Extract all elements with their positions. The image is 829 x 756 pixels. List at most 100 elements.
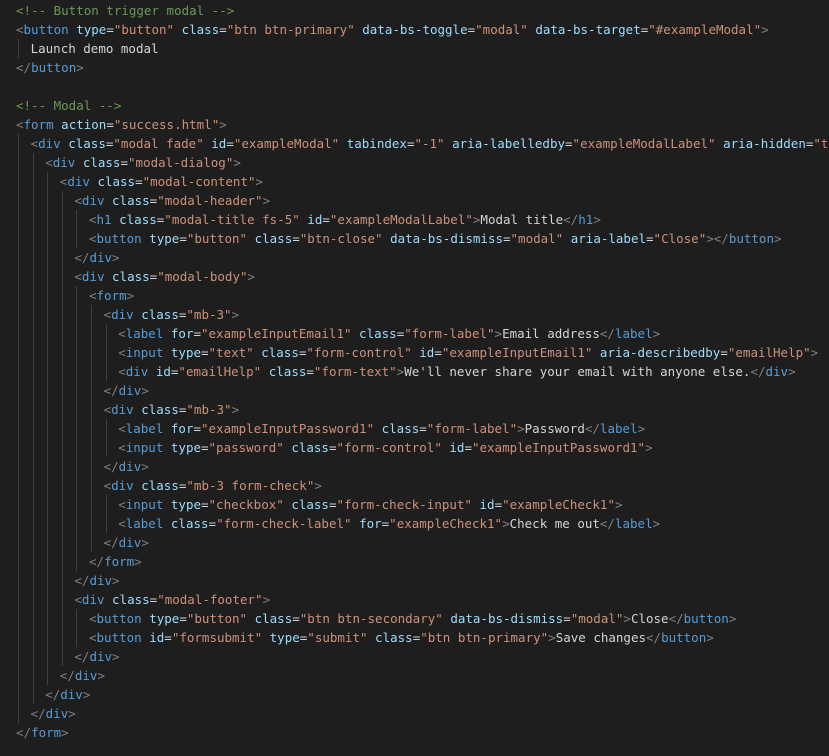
code-token: label: [614, 326, 653, 341]
code-line[interactable]: <button type="button" class="btn btn-sec…: [89, 609, 736, 628]
code-token: "form-check-label": [216, 516, 352, 531]
code-line[interactable]: </form>: [89, 552, 142, 571]
code-token: <: [89, 212, 97, 227]
code-token: </: [74, 573, 90, 588]
code-token: >: [494, 326, 503, 341]
code-token: </: [45, 687, 61, 702]
code-token: div: [111, 402, 134, 417]
code-token: >: [76, 60, 84, 75]
code-token: "modal-content": [142, 174, 256, 189]
code-line[interactable]: <form>: [89, 286, 134, 305]
code-token: =: [720, 345, 728, 360]
code-token: div: [81, 269, 105, 284]
code-token: div: [74, 668, 98, 683]
code-line[interactable]: <button type="button" class="btn btn-pri…: [16, 20, 769, 39]
code-line[interactable]: </div>: [104, 533, 149, 552]
code-token: type: [149, 611, 180, 626]
code-token: >: [652, 326, 661, 341]
code-line[interactable]: <input type="password" class="form-contr…: [118, 438, 652, 457]
code-line[interactable]: <div class="mb-3 form-check">: [104, 476, 322, 495]
code-line[interactable]: <input type="text" class="form-control" …: [118, 343, 818, 362]
code-token: button: [96, 630, 142, 645]
code-token: for: [170, 326, 194, 341]
code-token: >: [61, 725, 69, 740]
code-token: ></: [706, 231, 729, 246]
indent-guide: [91, 305, 92, 552]
code-token: id: [149, 630, 165, 645]
code-token: form: [104, 554, 135, 569]
code-line[interactable]: <h1 class="modal-title fs-5" id="example…: [89, 210, 601, 229]
code-line[interactable]: <div class="modal-footer">: [74, 590, 270, 609]
code-token: div: [52, 155, 76, 170]
code-token: <!-- Modal -->: [16, 98, 122, 113]
code-token: "Close": [653, 231, 707, 246]
code-token: class: [170, 516, 209, 531]
code-token: id: [307, 212, 323, 227]
code-line[interactable]: </button>: [16, 58, 84, 77]
code-line[interactable]: <div class="modal-body">: [74, 267, 255, 286]
code-token: =: [120, 155, 128, 170]
code-line[interactable]: <button type="button" class="btn-close" …: [89, 229, 782, 248]
code-line[interactable]: </form>: [16, 723, 69, 742]
code-line[interactable]: <!-- Button trigger modal -->: [16, 1, 234, 20]
code-line[interactable]: </div>: [45, 685, 90, 704]
code-token: "modal": [510, 231, 564, 246]
code-token: </: [74, 250, 90, 265]
code-line[interactable]: </div>: [74, 647, 119, 666]
code-line[interactable]: <div class="modal-header">: [74, 191, 270, 210]
code-line[interactable]: <button id="formsubmit" type="submit" cl…: [89, 628, 714, 647]
code-line[interactable]: </div>: [74, 571, 119, 590]
code-token: type: [269, 630, 300, 645]
code-line[interactable]: <!-- Modal -->: [16, 96, 121, 115]
code-line[interactable]: <input type="checkbox" class="form-check…: [118, 495, 622, 514]
code-token: =: [193, 326, 201, 341]
code-line[interactable]: Launch demo modal: [31, 39, 159, 58]
code-line[interactable]: <div class="mb-3">: [104, 305, 240, 324]
code-token: type: [170, 345, 201, 360]
code-line[interactable]: <form action="success.html">: [16, 115, 227, 134]
code-token: input: [125, 440, 164, 455]
code-line[interactable]: </div>: [104, 457, 149, 476]
indent-guide: [76, 286, 78, 571]
code-token: We'll never share your email with anyone…: [404, 364, 751, 379]
code-token: =: [467, 22, 476, 37]
code-token: input: [125, 497, 164, 512]
code-token: </: [599, 516, 615, 531]
code-token: >: [623, 611, 631, 626]
code-line[interactable]: </div>: [74, 248, 119, 267]
indent-guide: [18, 134, 19, 723]
code-token: >: [637, 421, 646, 436]
code-token: data-bs-dismiss: [390, 231, 503, 246]
code-line[interactable]: <div class="modal-content">: [60, 172, 263, 191]
code-line[interactable]: <div class="modal fade" id="exampleModal…: [31, 134, 829, 153]
code-token: <: [16, 22, 24, 37]
code-token: div: [111, 307, 134, 322]
code-line[interactable]: <div class="modal-dialog">: [45, 153, 241, 172]
code-token: </: [89, 554, 105, 569]
code-token: button: [31, 60, 77, 75]
code-token: <: [118, 497, 126, 512]
code-token: "form-label": [426, 421, 518, 436]
code-line[interactable]: <label for="exampleInputEmail1" class="f…: [118, 324, 660, 343]
code-line[interactable]: <div class="mb-3">: [104, 400, 240, 419]
code-editor[interactable]: <!-- Button trigger modal --> <button typ…: [0, 0, 829, 756]
code-token: "formsubmit": [171, 630, 263, 645]
code-line[interactable]: </div>: [104, 381, 149, 400]
code-line[interactable]: </div>: [60, 666, 105, 685]
code-token: "btn btn-secondary": [299, 611, 443, 626]
code-token: "modal": [475, 22, 528, 37]
code-line[interactable]: </div>: [31, 704, 76, 723]
code-line[interactable]: <label class="form-check-label" for="exa…: [118, 514, 660, 533]
code-token: Check me out: [509, 516, 600, 531]
code-line[interactable]: <label for="exampleInputPassword1" class…: [118, 419, 645, 438]
code-line[interactable]: <div id="emailHelp" class="form-text">We…: [118, 362, 795, 381]
code-token: "button": [113, 22, 175, 37]
